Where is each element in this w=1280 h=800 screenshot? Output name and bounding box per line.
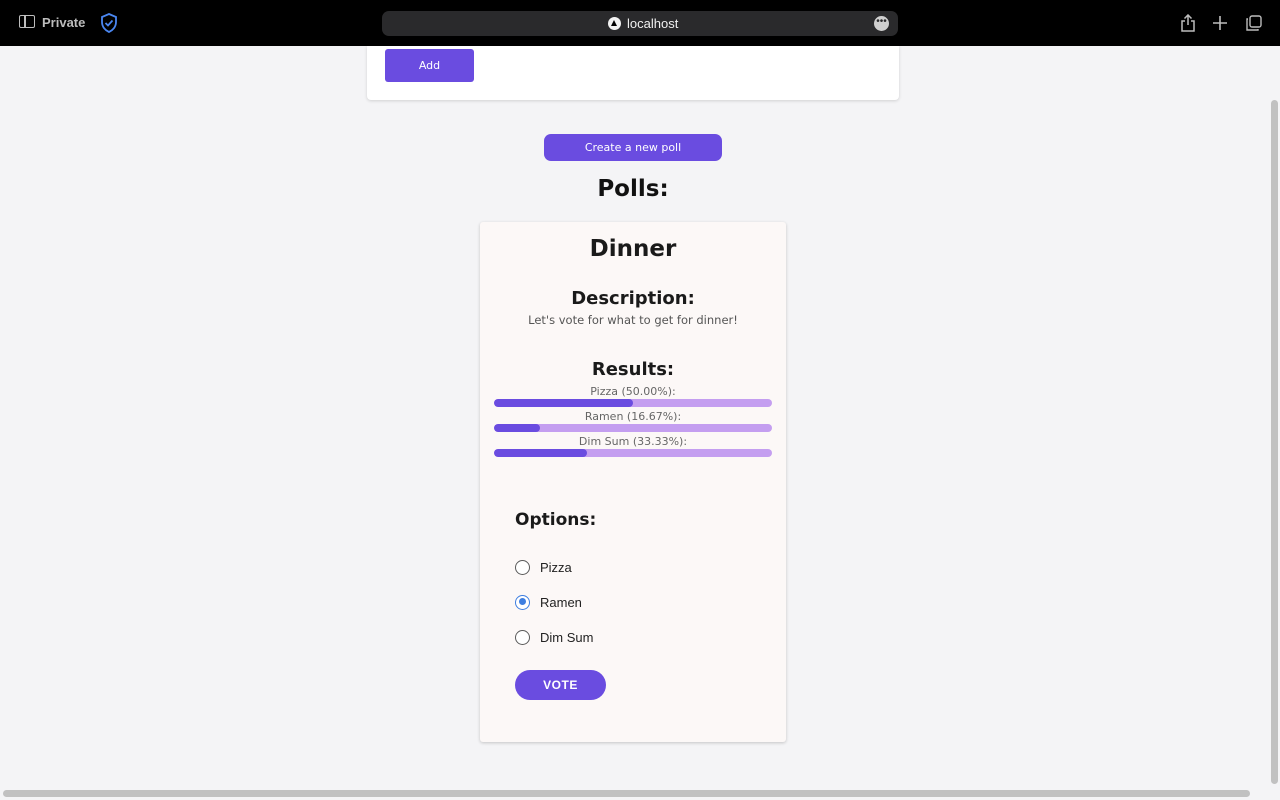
share-icon[interactable] [1181,13,1195,37]
private-mode-label: Private [42,15,86,30]
url-text: localhost [627,16,679,31]
option-label: Pizza [540,559,572,575]
result-bar-fill [494,424,541,432]
option-label: Dim Sum [540,629,594,645]
vertical-scrollbar[interactable] [1271,100,1278,784]
option-dim-sum[interactable]: Dim Sum [515,627,593,647]
option-ramen[interactable]: Ramen [515,592,582,612]
result-row: Ramen (16.67%): [494,410,772,432]
results-heading: Results: [591,359,675,380]
poll-title: Dinner [589,236,677,262]
vote-button[interactable]: VOTE [515,670,606,700]
result-label: Dim Sum (33.33%): [578,435,688,448]
option-label: Ramen [540,594,582,610]
result-bar-track [494,424,772,432]
option-pizza[interactable]: Pizza [515,557,572,577]
result-row: Pizza (50.00%): [494,385,772,407]
result-bar-track [494,399,772,407]
site-icon [608,17,621,30]
result-row: Dim Sum (33.33%): [494,435,772,457]
new-tab-icon[interactable] [1213,16,1227,35]
result-label: Pizza (50.00%): [590,385,676,398]
options-heading: Options: [515,510,597,530]
tabs-overview-icon[interactable] [1246,15,1262,36]
more-icon[interactable]: ••• [874,16,889,31]
result-bar-fill [494,399,633,407]
polls-heading: Polls: [597,176,669,202]
poll-card: Dinner Description: Let's vote for what … [480,222,786,742]
add-button[interactable]: Add [385,49,474,82]
browser-toolbar: Private localhost ••• [0,0,1280,46]
result-bar-fill [494,449,587,457]
sidebar-icon[interactable] [19,15,35,28]
address-bar[interactable]: localhost ••• [382,11,898,36]
result-bar-track [494,449,772,457]
add-option-card: Add [367,46,899,100]
shield-icon[interactable] [100,13,118,38]
radio-button[interactable] [515,629,530,645]
create-poll-button[interactable]: Create a new poll [544,134,722,161]
radio-button[interactable] [515,559,530,575]
description-heading: Description: [571,288,695,309]
horizontal-scrollbar[interactable] [3,790,1250,797]
poll-description: Let's vote for what to get for dinner! [528,313,738,327]
result-label: Ramen (16.67%): [584,410,682,423]
radio-button[interactable] [515,594,530,610]
